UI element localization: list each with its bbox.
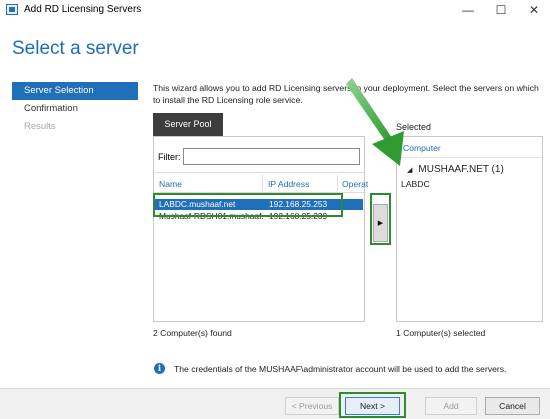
divider — [154, 172, 364, 173]
selected-label: Selected — [396, 122, 432, 132]
server-pool-panel: Filter: Name IP Address Operat LABDC.mus… — [153, 136, 368, 322]
minimize-icon[interactable]: — — [453, 0, 483, 20]
column-header-os[interactable]: Operat — [342, 179, 368, 189]
wizard-nav: Server Selection Confirmation Results — [12, 82, 138, 136]
title-bar: Add RD Licensing Servers — ☐ ✕ — [0, 0, 550, 20]
info-icon: i — [154, 363, 165, 374]
column-header-computer[interactable]: Computer — [403, 143, 441, 153]
highlight-box-row — [153, 193, 343, 217]
column-separator[interactable] — [262, 175, 263, 191]
info-text: The credentials of the MUSHAAF\administr… — [174, 364, 507, 374]
selected-group[interactable]: ◢ MUSHAAF.NET (1) — [407, 164, 504, 175]
nav-item-confirmation[interactable]: Confirmation — [12, 100, 138, 118]
selected-item[interactable]: LABDC — [401, 179, 430, 189]
column-separator[interactable] — [337, 175, 338, 191]
selected-count: 1 Computer(s) selected — [396, 328, 486, 338]
previous-button: < Previous — [285, 397, 339, 415]
filter-label: Filter: — [158, 152, 181, 162]
tab-server-pool[interactable]: Server Pool — [153, 113, 223, 136]
filter-input[interactable] — [183, 148, 360, 165]
highlight-box-next — [339, 392, 406, 418]
maximize-icon[interactable]: ☐ — [486, 0, 516, 20]
window-title: Add RD Licensing Servers — [24, 4, 142, 15]
column-header-ip[interactable]: IP Address — [268, 179, 309, 189]
add-button: Add — [425, 397, 477, 415]
found-count: 2 Computer(s) found — [153, 328, 232, 338]
app-icon — [6, 4, 18, 15]
divider — [397, 157, 542, 158]
nav-item-results: Results — [24, 121, 56, 132]
group-label: MUSHAAF.NET (1) — [418, 164, 504, 175]
collapse-triangle-icon[interactable]: ◢ — [407, 167, 412, 174]
selected-panel: Computer ◢ MUSHAAF.NET (1) LABDC — [396, 136, 543, 322]
cancel-button[interactable]: Cancel — [485, 397, 540, 415]
page-title: Select a server — [12, 38, 139, 59]
close-icon[interactable]: ✕ — [519, 0, 549, 20]
column-header-name[interactable]: Name — [159, 179, 182, 189]
intro-text: This wizard allows you to add RD Licensi… — [153, 83, 539, 105]
highlight-box-move — [370, 193, 391, 245]
nav-item-server-selection[interactable]: Server Selection — [12, 82, 138, 100]
